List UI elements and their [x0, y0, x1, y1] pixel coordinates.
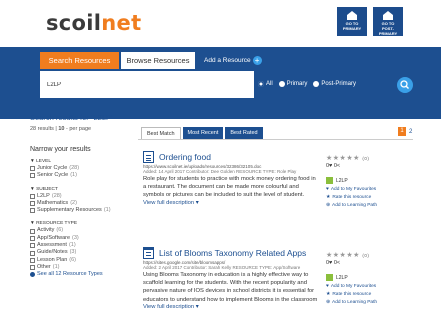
- checkbox[interactable]: [30, 228, 35, 234]
- rate-resource-link[interactable]: ★ Rate this resource: [326, 292, 414, 297]
- filter-l2lp[interactable]: L2LP (28): [30, 193, 128, 200]
- filter-senior-cycle[interactable]: Senior Cycle (1): [30, 172, 128, 179]
- add-to-learning-path-link[interactable]: ⊕ Add to Learning Path: [326, 203, 414, 208]
- see-all-resource-types-link[interactable]: See all 12 Resource Types: [30, 271, 128, 278]
- result-meta: Added: 14 April 2017 Contributor: Dee Go…: [143, 169, 297, 174]
- checkbox[interactable]: [30, 250, 35, 256]
- likes-share[interactable]: 0♥ 0<: [326, 260, 414, 266]
- add-resource-link[interactable]: Add a Resource +: [204, 52, 262, 69]
- plus-circle-icon: ⊕: [326, 203, 331, 208]
- facet-title[interactable]: ▼ SUBJECT: [30, 187, 128, 192]
- filter-guide-notes[interactable]: Guide/Notes (3): [30, 249, 128, 256]
- add-to-favourites-link[interactable]: ♥ Add to My Favourites: [326, 187, 414, 192]
- checkbox[interactable]: [30, 208, 35, 214]
- tab-best-match[interactable]: Best Match: [141, 127, 181, 139]
- divider: [138, 139, 413, 140]
- per-page-select[interactable]: 10: [58, 126, 64, 132]
- checkbox[interactable]: [30, 166, 35, 172]
- filter-activity[interactable]: Activity (6): [30, 227, 128, 234]
- radio-post-primary[interactable]: Post-Primary: [313, 81, 356, 87]
- tab-search-resources[interactable]: Search Resources: [40, 52, 119, 69]
- filter-app-software[interactable]: App/Software (3): [30, 235, 128, 242]
- filter-sidebar: Narrow your results ▼ LEVEL Junior Cycle…: [30, 146, 128, 285]
- checkbox[interactable]: [30, 235, 35, 241]
- result-meta: Added: 2 April 2017 Contributor: Sarah K…: [143, 265, 301, 270]
- subject-tag[interactable]: L2LP: [326, 177, 414, 184]
- goto-primary-button[interactable]: GO TO PRIMARY: [337, 7, 367, 36]
- facet-subject: ▼ SUBJECT L2LP (28) Mathematics (2) Supple…: [30, 187, 128, 215]
- heart-icon: ♥: [326, 187, 329, 192]
- filter-assessment[interactable]: Assessment (1): [30, 242, 128, 249]
- result-actions: ★★★★★ (0) 0♥ 0< L2LP ♥ Add to My Favourit…: [326, 154, 414, 208]
- tab-best-rated[interactable]: Best Rated: [225, 127, 263, 139]
- facet-resource-type: ▼ RESOURCE TYPE Activity (6) App/Software…: [30, 221, 128, 278]
- page-current[interactable]: 1: [398, 127, 406, 136]
- radio-primary[interactable]: Primary: [278, 81, 307, 87]
- app-icon: [143, 247, 154, 259]
- checkbox[interactable]: [30, 193, 35, 199]
- rate-resource-link[interactable]: ★ Rate this resource: [326, 195, 414, 200]
- facet-level: ▼ LEVEL Junior Cycle (28) Senior Cycle (1): [30, 159, 128, 180]
- page-next[interactable]: 2: [409, 129, 412, 135]
- star-icon: ★: [326, 292, 331, 297]
- sort-tabs: Best Match Most Recent Best Rated: [141, 127, 263, 139]
- house-icon: [383, 11, 393, 20]
- checkbox[interactable]: [30, 173, 35, 179]
- subject-tag[interactable]: L2LP: [326, 274, 414, 281]
- tag-color-swatch: [326, 274, 333, 281]
- plus-icon: +: [252, 55, 262, 65]
- checkbox[interactable]: [30, 201, 35, 207]
- facet-title[interactable]: ▼ RESOURCE TYPE: [30, 221, 128, 226]
- search-icon: [400, 80, 409, 89]
- document-icon: [143, 151, 154, 163]
- radio-dot: [258, 81, 264, 87]
- checkbox[interactable]: [30, 257, 35, 263]
- sidebar-heading: Narrow your results: [30, 146, 91, 153]
- add-to-learning-path-link[interactable]: ⊕ Add to Learning Path: [326, 300, 414, 305]
- rating-stars: ★★★★★ (0): [326, 155, 370, 162]
- level-radio-group: All Primary Post-Primary: [258, 81, 356, 87]
- filter-junior-cycle[interactable]: Junior Cycle (28): [30, 165, 128, 172]
- search-band: Search Resources Browse Resources Add a …: [0, 47, 441, 119]
- search-input[interactable]: [40, 71, 254, 98]
- scoilnet-logo[interactable]: scoilnet: [46, 11, 141, 35]
- tab-browse-resources[interactable]: Browse Resources: [121, 52, 195, 69]
- radio-all[interactable]: All: [258, 81, 273, 87]
- tag-color-swatch: [326, 177, 333, 184]
- result-description: Role play for students to practice with …: [143, 176, 316, 199]
- filter-other[interactable]: Other (1): [30, 264, 128, 271]
- filter-lesson-plan[interactable]: Lesson Plan (6): [30, 257, 128, 264]
- rating-stars: ★★★★★ (0): [326, 252, 370, 259]
- goto-post-primary-button[interactable]: GO TO POST-PRIMARY: [373, 7, 403, 36]
- tab-most-recent[interactable]: Most Recent: [182, 127, 224, 139]
- plus-circle-icon: [30, 272, 35, 278]
- results-heading: Search results for "L2LP": [30, 113, 114, 122]
- results-count: 28 results | 10 - per page: [30, 126, 92, 132]
- house-icon: [347, 11, 357, 20]
- filter-supplementary-resources[interactable]: Supplementary Resources (1): [30, 207, 128, 214]
- result-actions: ★★★★★ (0) 0♥ 0< L2LP ♥ Add to My Favourit…: [326, 251, 414, 305]
- filter-mathematics[interactable]: Mathematics (2): [30, 200, 128, 207]
- result-description: Using Blooms Taxonomy in education is a …: [143, 272, 318, 303]
- radio-dot: [313, 81, 320, 87]
- radio-dot: [278, 81, 285, 87]
- likes-share[interactable]: 0♥ 0<: [326, 163, 414, 169]
- heart-icon: ♥: [326, 284, 329, 289]
- facet-title[interactable]: ▼ LEVEL: [30, 159, 128, 164]
- site-header: scoilnet GO TO PRIMARY GO TO POST-PRIMAR…: [0, 0, 441, 42]
- add-to-favourites-link[interactable]: ♥ Add to My Favourites: [326, 284, 414, 289]
- checkbox[interactable]: [30, 243, 35, 249]
- plus-circle-icon: ⊕: [326, 300, 331, 305]
- pagination: 1 2: [398, 127, 412, 136]
- checkbox[interactable]: [30, 265, 35, 271]
- search-button[interactable]: [397, 77, 413, 93]
- star-icon: ★: [326, 195, 331, 200]
